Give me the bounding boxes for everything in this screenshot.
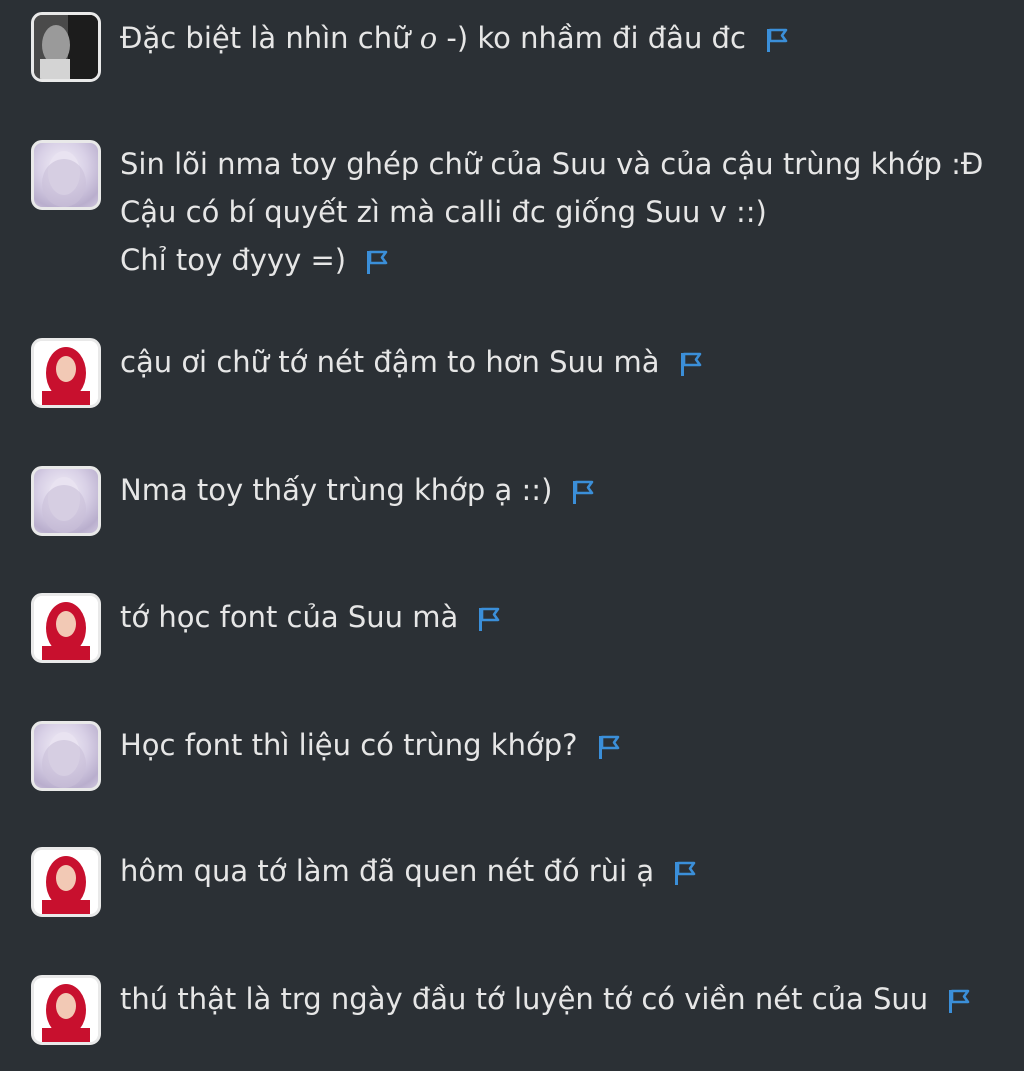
message-line: hôm qua tớ làm đã quen nét đó rùi ạ — [120, 854, 655, 888]
message-text: Nma toy thấy trùng khớp ạ ::) — [120, 466, 596, 514]
red-hair-avatar-icon — [34, 341, 98, 405]
message-text-part: Đặc biệt là nhìn chữ — [120, 21, 420, 55]
message-text-italic: o — [419, 21, 438, 55]
message-text: Học font thì liệu có trùng khớp? — [120, 721, 622, 769]
red-hair-avatar-icon — [34, 850, 98, 914]
message-line: Nma toy thấy trùng khớp ạ ::) — [120, 473, 553, 507]
avatar[interactable] — [31, 975, 101, 1045]
flag-icon[interactable] — [946, 987, 972, 1015]
message-text: cậu ơi chữ tớ nét đậm to hơn Suu mà — [120, 338, 704, 386]
message-line: Chỉ toy đyyy =) — [120, 243, 347, 277]
message-text: Sin lõi nma toy ghép chữ của Suu và của … — [120, 140, 983, 284]
avatar[interactable] — [31, 12, 101, 82]
flag-icon[interactable] — [764, 26, 790, 54]
flag-icon[interactable] — [570, 478, 596, 506]
flag-icon[interactable] — [596, 733, 622, 761]
flag-icon[interactable] — [476, 605, 502, 633]
avatar[interactable] — [31, 721, 101, 791]
avatar[interactable] — [31, 847, 101, 917]
avatar[interactable] — [31, 140, 101, 210]
message-text: hôm qua tớ làm đã quen nét đó rùi ạ — [120, 847, 698, 895]
avatar[interactable] — [31, 466, 101, 536]
lavender-avatar-icon — [42, 732, 86, 788]
message-line: Sin lõi nma toy ghép chữ của Suu và của … — [120, 147, 984, 181]
lavender-avatar-icon — [42, 477, 86, 533]
message-text: thú thật là trg ngày đầu tớ luyện tớ có … — [120, 975, 972, 1023]
flag-icon[interactable] — [364, 248, 390, 276]
flag-icon[interactable] — [678, 350, 704, 378]
grey-photo-avatar-icon — [34, 15, 98, 79]
message-line: Cậu có bí quyết zì mà calli đc giống Suu… — [120, 195, 767, 229]
chat-thread: Đặc biệt là nhìn chữ o -) ko nhầm đi đâu… — [0, 0, 1024, 1071]
avatar[interactable] — [31, 338, 101, 408]
message-line: tớ học font của Suu mà — [120, 600, 459, 634]
message-text: Đặc biệt là nhìn chữ o -) ko nhầm đi đâu… — [120, 14, 790, 62]
red-hair-avatar-icon — [34, 978, 98, 1042]
message-line: thú thật là trg ngày đầu tớ luyện tớ có … — [120, 982, 929, 1016]
lavender-avatar-icon — [42, 151, 86, 207]
message-text-part: -) ko nhầm đi đâu đc — [437, 21, 746, 55]
message-line: cậu ơi chữ tớ nét đậm to hơn Suu mà — [120, 345, 660, 379]
message-line: Học font thì liệu có trùng khớp? — [120, 728, 578, 762]
avatar[interactable] — [31, 593, 101, 663]
flag-icon[interactable] — [672, 859, 698, 887]
red-hair-avatar-icon — [34, 596, 98, 660]
message-text: tớ học font của Suu mà — [120, 593, 502, 641]
